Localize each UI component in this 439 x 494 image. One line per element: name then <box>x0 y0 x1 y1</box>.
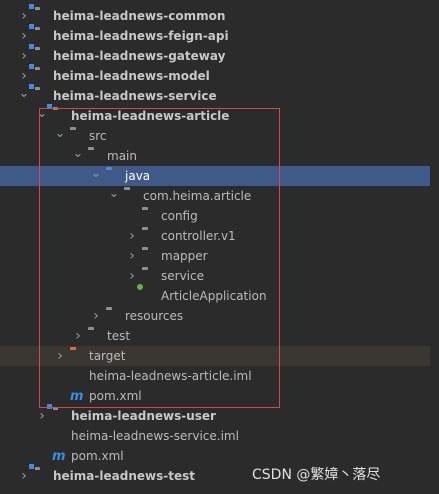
tree-item-label: heima-leadnews-service <box>53 89 217 103</box>
chevron-down-icon[interactable]: ⌄ <box>90 163 102 183</box>
watermark: CSDN @繁嫜丶落尽 <box>252 467 381 483</box>
module-folder-icon <box>34 69 48 83</box>
source-folder-icon <box>106 169 120 183</box>
resources-folder-icon <box>106 309 120 323</box>
tree-item-label: controller.v1 <box>161 229 236 243</box>
module-folder-icon <box>52 109 66 123</box>
tree-item-label: com.heima.article <box>143 189 252 203</box>
module-folder-icon <box>34 469 48 483</box>
tree-item-label: test <box>107 329 131 343</box>
chevron-right-icon[interactable]: › <box>54 346 66 366</box>
tree-item-label: heima-leadnews-model <box>53 69 210 83</box>
maven-icon: m <box>52 449 66 464</box>
tree-item-src[interactable]: ⌄ src <box>0 126 430 146</box>
chevron-right-icon[interactable]: › <box>90 306 102 326</box>
tree-item-label: ArticleApplication <box>161 289 267 303</box>
tree-item-com-heima-article[interactable]: ⌄ com.heima.article <box>0 186 430 206</box>
tree-item-main[interactable]: ⌄ main <box>0 146 430 166</box>
tree-item-label: mapper <box>161 249 208 263</box>
folder-icon <box>70 129 84 143</box>
module-folder-icon <box>52 409 66 423</box>
module-folder-icon <box>34 89 48 103</box>
tree-item-heima-leadnews-article-iml[interactable]: heima-leadnews-article.iml <box>0 366 430 386</box>
tree-item-test[interactable]: › test <box>0 326 430 346</box>
tree-item-mapper[interactable]: › mapper <box>0 246 430 266</box>
tree-item-label: pom.xml <box>89 389 142 403</box>
no-arrow <box>36 426 48 446</box>
package-icon <box>142 209 156 223</box>
tree-item-label: config <box>161 209 198 223</box>
tree-item-label: main <box>107 149 137 163</box>
tree-item-label: heima-leadnews-gateway <box>53 49 226 63</box>
tree-item-label: heima-leadnews-article <box>71 109 230 123</box>
chevron-right-icon[interactable]: › <box>126 266 138 286</box>
tree-item-label: heima-leadnews-test <box>53 469 195 483</box>
tree-item-label: src <box>89 129 107 143</box>
module-folder-icon <box>34 49 48 63</box>
tree-item-pom-xml[interactable]: m pom.xml <box>0 446 430 466</box>
tree-item-service[interactable]: › service <box>0 266 430 286</box>
module-folder-icon <box>34 9 48 23</box>
tree-item-pom-xml[interactable]: m pom.xml <box>0 386 430 406</box>
excluded-folder-icon <box>70 349 84 363</box>
no-arrow <box>54 386 66 406</box>
chevron-down-icon[interactable]: ⌄ <box>72 143 84 163</box>
tree-item-heima-leadnews-user[interactable]: › heima-leadnews-user <box>0 406 430 426</box>
iml-file-icon <box>70 369 84 383</box>
tree-item-heima-leadnews-service[interactable]: ⌄ heima-leadnews-service <box>0 86 430 106</box>
folder-icon <box>88 149 102 163</box>
package-icon <box>142 269 156 283</box>
module-folder-icon <box>34 29 48 43</box>
tree-item-heima-leadnews-feign-api[interactable]: › heima-leadnews-feign-api <box>0 26 430 46</box>
package-icon <box>142 229 156 243</box>
no-arrow <box>54 366 66 386</box>
package-icon <box>142 249 156 263</box>
tree-item-label: pom.xml <box>71 449 124 463</box>
chevron-right-icon[interactable]: › <box>126 226 138 246</box>
folder-icon <box>88 329 102 343</box>
tree-item-label: service <box>161 269 204 283</box>
chevron-down-icon[interactable]: ⌄ <box>108 183 120 203</box>
chevron-right-icon[interactable]: › <box>126 246 138 266</box>
tree-item-heima-leadnews-service-iml[interactable]: heima-leadnews-service.iml <box>0 426 430 446</box>
tree-item-java[interactable]: ⌄ java <box>0 166 430 186</box>
iml-file-icon <box>52 429 66 443</box>
tree-item-label: heima-leadnews-article.iml <box>89 369 252 383</box>
tree-item-heima-leadnews-model[interactable]: › heima-leadnews-model <box>0 66 430 86</box>
tree-item-heima-leadnews-gateway[interactable]: › heima-leadnews-gateway <box>0 46 430 66</box>
spring-class-icon <box>142 289 156 303</box>
tree-item-label: heima-leadnews-feign-api <box>53 29 229 43</box>
chevron-down-icon[interactable]: ⌄ <box>54 123 66 143</box>
tree-item-label: target <box>89 349 126 363</box>
chevron-right-icon[interactable]: › <box>72 326 84 346</box>
no-arrow <box>126 206 138 226</box>
tree-item-controller-v1[interactable]: › controller.v1 <box>0 226 430 246</box>
tree-item-label: java <box>125 169 151 183</box>
maven-icon: m <box>70 389 84 404</box>
tree-item-target[interactable]: › target <box>0 346 430 366</box>
no-arrow <box>36 446 48 466</box>
tree-item-label: heima-leadnews-user <box>71 409 216 423</box>
tree-item-label: resources <box>125 309 184 323</box>
tree-item-label: heima-leadnews-service.iml <box>71 429 239 443</box>
tree-item-label: heima-leadnews-common <box>53 9 226 23</box>
tree-item-heima-leadnews-common[interactable]: › heima-leadnews-common <box>0 6 430 26</box>
package-icon <box>124 189 138 203</box>
tree-item-config[interactable]: config <box>0 206 430 226</box>
tree-item-articleapplication[interactable]: ArticleApplication <box>0 286 430 306</box>
tree-item-resources[interactable]: › resources <box>0 306 430 326</box>
